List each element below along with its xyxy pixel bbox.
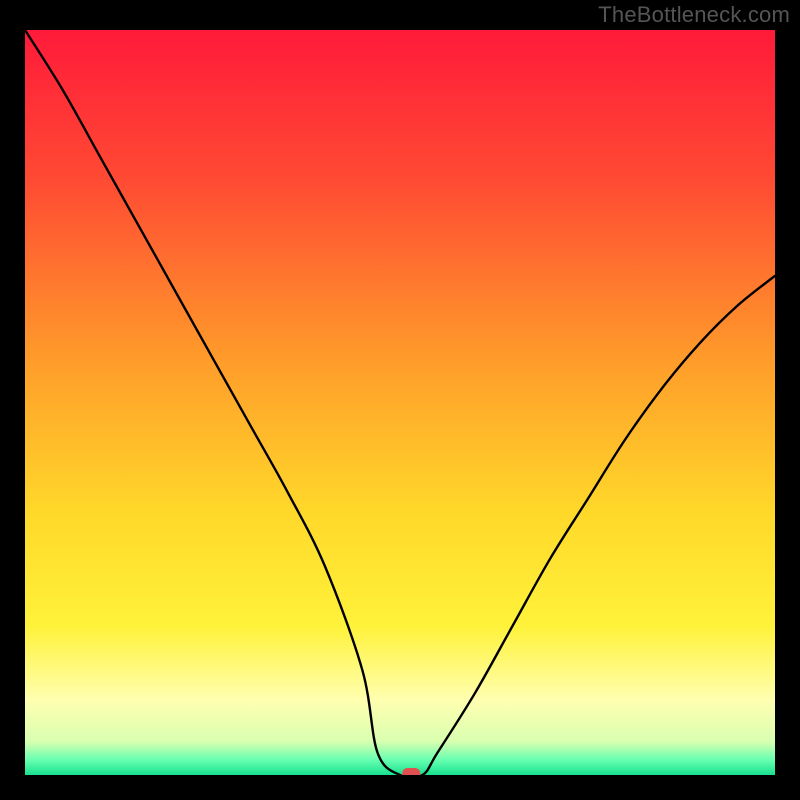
bottleneck-chart bbox=[25, 30, 775, 775]
watermark-text: TheBottleneck.com bbox=[598, 2, 790, 28]
chart-background bbox=[25, 30, 775, 775]
optimal-marker bbox=[402, 768, 420, 775]
chart-frame: TheBottleneck.com bbox=[0, 0, 800, 800]
plot-area bbox=[25, 30, 775, 775]
